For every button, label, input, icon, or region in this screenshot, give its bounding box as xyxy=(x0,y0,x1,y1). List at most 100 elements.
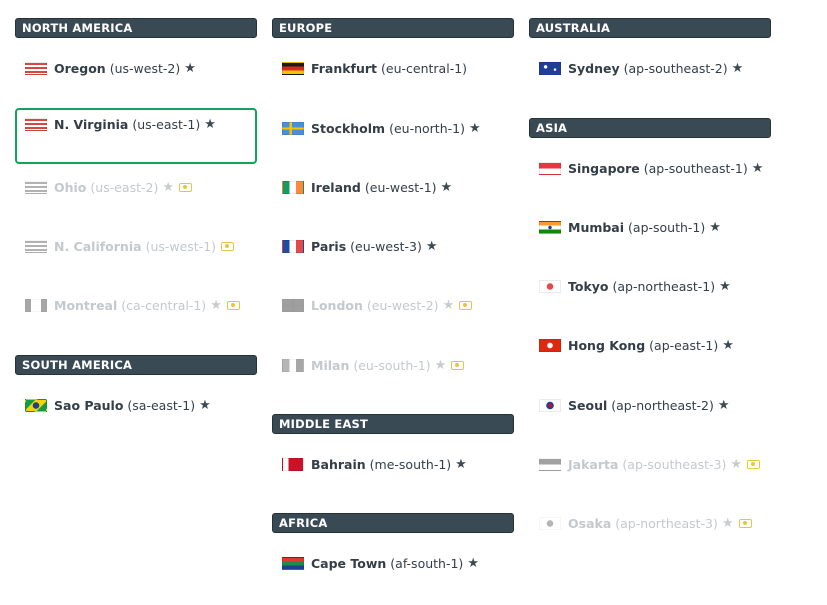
region-code: (ap-southeast-1) xyxy=(643,161,748,176)
section-header-europe: EUROPE xyxy=(272,18,514,38)
region-code: (sa-east-1) xyxy=(127,398,196,413)
region-code: (eu-west-3) xyxy=(350,239,422,254)
flag-us-icon xyxy=(25,240,47,253)
star-icon: ★ xyxy=(162,180,174,195)
region-ohio[interactable]: Ohio (us-east-2) ★ xyxy=(15,171,257,227)
region-seoul[interactable]: Seoul (ap-northeast-2) ★ xyxy=(529,389,771,445)
star-icon: ★ xyxy=(731,61,744,76)
region-name: London xyxy=(311,298,363,313)
money-icon xyxy=(747,460,761,469)
region-sao-paulo[interactable]: Sao Paulo (sa-east-1) ★ xyxy=(15,389,257,445)
region-name: Milan xyxy=(311,358,350,373)
region-osaka[interactable]: Osaka (ap-northeast-3) ★ xyxy=(529,507,771,563)
region-name: Paris xyxy=(311,239,347,254)
region-code: (eu-north-1) xyxy=(389,121,465,136)
flag-kr-icon xyxy=(539,399,561,412)
region-paris[interactable]: Paris (eu-west-3) ★ xyxy=(272,230,514,286)
region-cape-town[interactable]: Cape Town (af-south-1) ★ xyxy=(272,547,514,603)
region-code: (ap-northeast-2) xyxy=(611,398,714,413)
star-icon: ★ xyxy=(709,220,721,235)
star-icon: ★ xyxy=(434,358,447,373)
region-code: (us-west-1) xyxy=(145,239,217,254)
section-header-australia: AUSTRALIA xyxy=(529,18,771,38)
region-code: (eu-central-1) xyxy=(381,61,468,76)
flag-in-icon xyxy=(539,221,561,234)
region-name: Ohio xyxy=(54,180,87,195)
region-sydney[interactable]: Sydney (ap-southeast-2) ★ xyxy=(529,52,771,108)
star-icon: ★ xyxy=(425,239,438,254)
flag-jp-icon xyxy=(539,517,561,530)
star-icon: ★ xyxy=(440,180,453,195)
region-mumbai[interactable]: Mumbai (ap-south-1) ★ xyxy=(529,211,771,267)
region-code: (me-south-1) xyxy=(369,457,452,472)
region-code: (eu-west-2) xyxy=(366,298,439,313)
region-code: (us-west-2) xyxy=(109,61,181,76)
region-hong-kong[interactable]: Hong Kong (ap-east-1) ★ xyxy=(529,329,771,385)
region-stockholm[interactable]: Stockholm (eu-north-1) ★ xyxy=(272,112,514,168)
region-name: Seoul xyxy=(568,398,608,413)
region-code: (ap-northeast-1) xyxy=(612,279,716,294)
star-icon: ★ xyxy=(719,279,731,294)
region-code: (us-east-2) xyxy=(90,180,159,195)
flag-au-icon xyxy=(539,62,561,75)
star-icon: ★ xyxy=(751,161,764,176)
region-name: Sao Paulo xyxy=(54,398,124,413)
region-tokyo[interactable]: Tokyo (ap-northeast-1) ★ xyxy=(529,270,771,326)
star-icon: ★ xyxy=(204,117,216,132)
region-london[interactable]: London (eu-west-2) ★ xyxy=(272,289,514,345)
region-code: (ap-southeast-3) xyxy=(622,457,727,472)
star-icon: ★ xyxy=(184,61,196,76)
region-name: Stockholm xyxy=(311,121,386,136)
section-header-south-america: SOUTH AMERICA xyxy=(15,355,257,375)
flag-id-icon xyxy=(539,458,561,471)
star-icon: ★ xyxy=(442,298,455,313)
flag-gb-icon xyxy=(282,299,304,312)
flag-hk-icon xyxy=(539,339,561,352)
section-header-asia: ASIA xyxy=(529,118,771,138)
region-code: (ap-northeast-3) xyxy=(615,516,718,531)
star-icon: ★ xyxy=(455,457,467,472)
flag-de-icon xyxy=(282,62,304,75)
money-icon xyxy=(221,242,235,251)
flag-us-icon xyxy=(25,118,47,131)
region-name: Jakarta xyxy=(568,457,619,472)
region-name: Cape Town xyxy=(311,556,387,571)
region-code: (ap-south-1) xyxy=(628,220,706,235)
star-icon: ★ xyxy=(467,556,479,571)
region-name: Ireland xyxy=(311,180,361,195)
region-ireland[interactable]: Ireland (eu-west-1) ★ xyxy=(272,171,514,227)
money-icon xyxy=(459,301,473,310)
region-montreal[interactable]: Montreal (ca-central-1) ★ xyxy=(15,289,257,345)
region-n-california[interactable]: N. California (us-west-1) ★ xyxy=(15,230,257,286)
region-name: Mumbai xyxy=(568,220,625,235)
region-jakarta[interactable]: Jakarta (ap-southeast-3) ★ xyxy=(529,448,771,504)
flag-it-icon xyxy=(282,359,304,372)
region-code: (eu-west-1) xyxy=(364,180,437,195)
region-code: (ap-east-1) xyxy=(649,338,719,353)
region-oregon[interactable]: Oregon (us-west-2) ★ xyxy=(15,52,257,108)
star-icon: ★ xyxy=(199,398,211,413)
money-icon xyxy=(226,301,240,310)
section-header-middle-east: MIDDLE EAST xyxy=(272,414,514,434)
region-name: Sydney xyxy=(568,61,620,76)
region-milan[interactable]: Milan (eu-south-1) ★ xyxy=(272,349,514,405)
money-icon xyxy=(179,183,192,192)
flag-us-icon xyxy=(25,62,47,75)
flag-br-icon xyxy=(25,399,47,412)
region-code: (af-south-1) xyxy=(390,556,464,571)
region-name: Osaka xyxy=(568,516,612,531)
region-bahrain[interactable]: Bahrain (me-south-1) ★ xyxy=(272,448,514,504)
flag-sg-icon xyxy=(539,162,561,175)
region-n-virginia[interactable]: N. Virginia (us-east-1) ★ xyxy=(15,108,257,164)
star-icon: ★ xyxy=(721,516,734,531)
region-singapore[interactable]: Singapore (ap-southeast-1) ★ xyxy=(529,152,771,208)
region-name: Singapore xyxy=(568,161,640,176)
flag-ca-icon xyxy=(25,299,47,312)
region-name: N. Virginia xyxy=(54,117,129,132)
flag-za-icon xyxy=(282,557,304,570)
flag-se-icon xyxy=(282,122,304,135)
region-frankfurt[interactable]: Frankfurt (eu-central-1) ★ xyxy=(272,52,514,108)
region-name: Frankfurt xyxy=(311,61,378,76)
region-name: Hong Kong xyxy=(568,338,646,353)
region-code: (ca-central-1) xyxy=(121,298,207,313)
